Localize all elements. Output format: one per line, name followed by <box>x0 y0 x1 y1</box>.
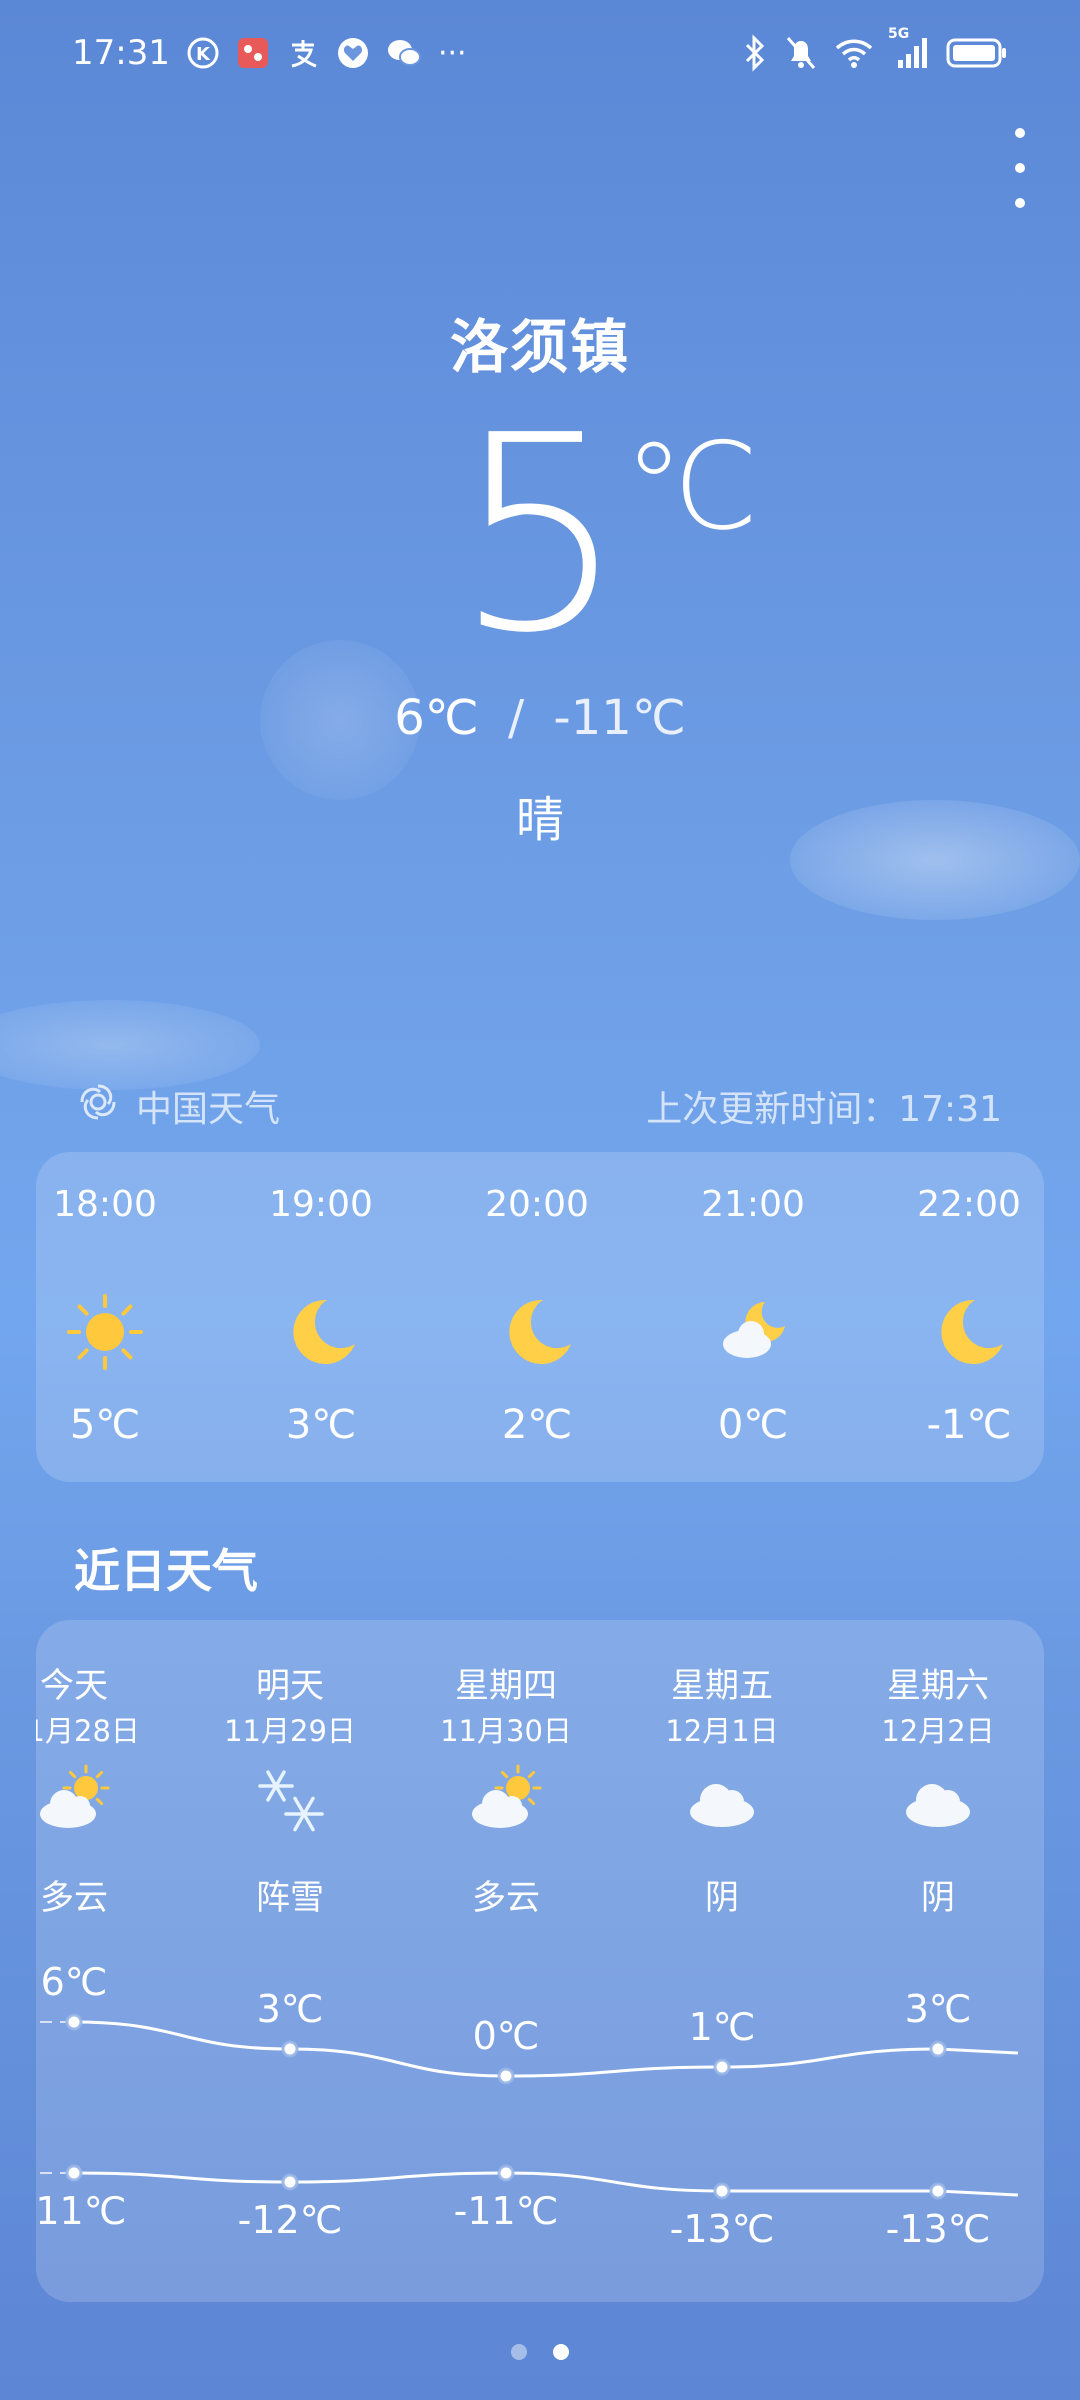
low-temp-line-point <box>929 2182 947 2200</box>
daily-high-temp: 0℃ <box>472 2014 540 2058</box>
daily-low-temp: -11℃ <box>36 2189 127 2233</box>
daily-high-temp: 3℃ <box>256 1987 324 2031</box>
current-temp-unit: ℃ <box>624 418 759 557</box>
moon-icon <box>497 1292 577 1372</box>
moon-icon <box>929 1292 1009 1372</box>
hourly-temp: 0℃ <box>717 1402 789 1448</box>
mute-bell-icon <box>784 34 818 72</box>
menu-dot <box>1015 198 1025 208</box>
current-condition: 晴 <box>515 792 564 848</box>
daily-condition: 多云 <box>40 1878 108 1918</box>
moon-cloud-icon <box>713 1292 793 1372</box>
snow-icon <box>250 1760 330 1840</box>
more-menu-button[interactable] <box>1000 128 1040 208</box>
hourly-time: 22:00 <box>917 1184 1021 1225</box>
daily-day: 明天 <box>256 1666 324 1706</box>
high-temp-line-point <box>65 2013 83 2031</box>
low-temp-line-point <box>281 2173 299 2191</box>
low-temp-line-point <box>713 2182 731 2200</box>
status-bar: 17:31 K ··· 5G <box>72 26 1008 78</box>
alipay-icon <box>286 36 320 70</box>
daily-date: 11月28日 <box>36 1714 140 1748</box>
china-weather-logo-icon <box>78 1082 118 1131</box>
current-temperature: 5 ℃ <box>0 400 1080 670</box>
daily-condition: 阵雪 <box>256 1878 324 1918</box>
daily-date: 12月1日 <box>665 1714 779 1748</box>
status-left: 17:31 K ··· <box>72 33 467 73</box>
daily-low-temp: -12℃ <box>237 2198 343 2242</box>
high-temp-line-point <box>281 2040 299 2058</box>
city-name[interactable]: 洛须镇 <box>0 300 1080 384</box>
daily-forecast-title: 近日天气 <box>74 1544 258 1598</box>
status-right: 5G <box>742 26 1008 72</box>
high-temp-line-point <box>497 2067 515 2085</box>
today-low: -11℃ <box>553 690 686 746</box>
sun-icon <box>65 1292 145 1372</box>
moon-icon <box>281 1292 361 1372</box>
hourly-forecast-card[interactable]: 18:00 5℃ 19:00 3℃ 20:00 2℃ 21:00 0℃ 22:0… <box>36 1152 1044 1482</box>
more-notifications-icon: ··· <box>437 35 467 71</box>
daily-day: 星期六 <box>887 1666 989 1706</box>
background-cloud-left <box>0 1000 260 1090</box>
wifi-icon <box>834 36 874 70</box>
daily-low-temp: -13℃ <box>885 2207 991 2251</box>
menu-dot <box>1015 163 1025 173</box>
daily-high-temp: 6℃ <box>40 1960 108 2004</box>
partly-cloudy-icon <box>36 1760 114 1840</box>
cloudy-icon <box>682 1760 762 1840</box>
daily-high-temp: 3℃ <box>904 1987 972 2031</box>
page-dot[interactable] <box>511 2344 527 2360</box>
status-time: 17:31 <box>72 33 170 73</box>
daily-day: 今天 <box>40 1666 108 1706</box>
source-name: 中国天气 <box>136 1089 281 1130</box>
daily-day: 星期五 <box>671 1666 773 1706</box>
today-high: 6℃ <box>394 690 479 746</box>
signal-5g-icon: 5G <box>888 26 930 70</box>
hourly-temp: 5℃ <box>69 1402 141 1448</box>
page-dot[interactable] <box>553 2344 569 2360</box>
svg-text:K: K <box>196 44 211 65</box>
hourly-temp: -1℃ <box>926 1402 1012 1448</box>
heart-shield-icon <box>336 36 370 70</box>
wechat-icon <box>386 36 422 70</box>
hourly-time: 19:00 <box>269 1184 373 1225</box>
daily-condition: 阴 <box>921 1878 955 1918</box>
high-temp-line-point <box>929 2040 947 2058</box>
menu-dot <box>1015 128 1025 138</box>
today-high-low: 6℃ / -11℃ <box>0 690 1080 746</box>
low-temp-line-point <box>65 2164 83 2182</box>
last-updated: 上次更新时间：17:31 <box>646 1089 1002 1130</box>
red-app-icon <box>236 36 270 70</box>
hourly-time: 20:00 <box>485 1184 589 1225</box>
k-app-icon: K <box>186 36 220 70</box>
daily-date: 11月30日 <box>440 1714 572 1748</box>
battery-icon <box>946 36 1008 70</box>
signal-5g-label: 5G <box>888 26 910 42</box>
bluetooth-icon <box>742 34 768 72</box>
hourly-time: 18:00 <box>53 1184 157 1225</box>
cloudy-icon <box>898 1760 978 1840</box>
hourly-temp: 2℃ <box>501 1402 573 1448</box>
data-source-row: 中国天气 上次更新时间：17:31 <box>78 1080 1002 1132</box>
daily-low-temp: -11℃ <box>453 2189 559 2233</box>
daily-condition: 阴 <box>705 1878 739 1918</box>
current-temp-value: 5 <box>454 377 626 692</box>
hourly-temp: 3℃ <box>285 1402 357 1448</box>
source-brand[interactable]: 中国天气 <box>78 1080 280 1132</box>
daily-high-temp: 1℃ <box>688 2005 756 2049</box>
daily-condition: 多云 <box>472 1878 540 1918</box>
daily-day: 星期四 <box>455 1666 557 1706</box>
daily-date: 11月29日 <box>224 1714 356 1748</box>
daily-low-temp: -13℃ <box>669 2207 775 2251</box>
high-low-separator: / <box>507 690 525 746</box>
partly-cloudy-icon <box>466 1760 546 1840</box>
daily-forecast-card[interactable]: 今天 11月28日 多云 6℃ -11℃ 明天 11月29日 阵雪 3℃ -12… <box>36 1620 1044 2302</box>
high-temp-line-point <box>713 2058 731 2076</box>
hourly-time: 21:00 <box>701 1184 805 1225</box>
daily-date: 12月2日 <box>881 1714 995 1748</box>
page-indicator[interactable] <box>0 2344 1080 2360</box>
low-temp-line-point <box>497 2164 515 2182</box>
